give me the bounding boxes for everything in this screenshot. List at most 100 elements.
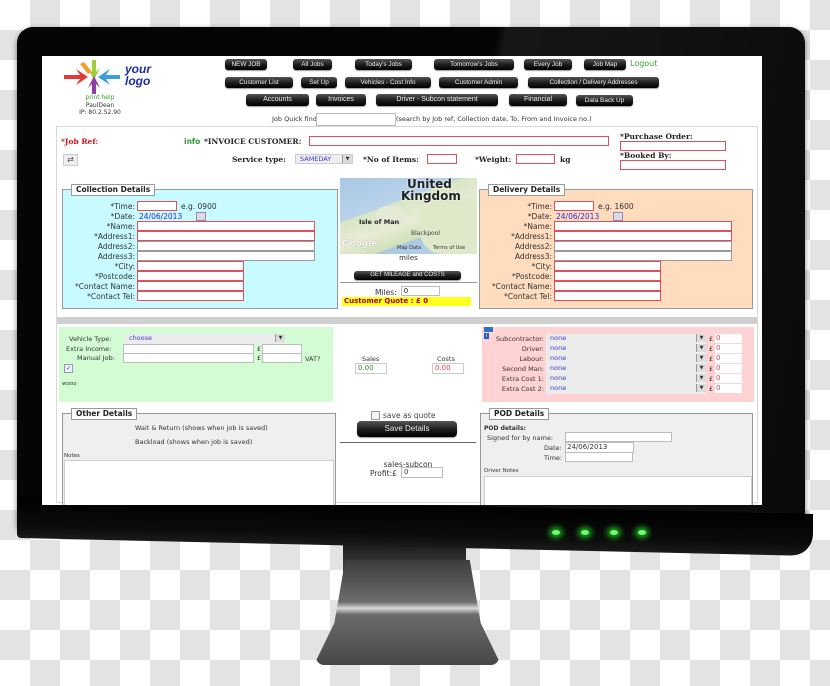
- save-as-quote-label: save as quote: [383, 411, 436, 420]
- nav-all-jobs[interactable]: All Jobs: [293, 59, 332, 70]
- delivery-details-panel: Delivery Details *Time: e.g. 1600 *Date:…: [479, 184, 753, 309]
- nav-accounts[interactable]: Accounts: [246, 94, 309, 106]
- calendar-icon[interactable]: [196, 212, 206, 221]
- col-name-input[interactable]: [137, 221, 315, 231]
- miles-label: Miles:: [375, 288, 397, 297]
- driver-notes-textarea[interactable]: [484, 476, 752, 505]
- vehicle-type-label: Vehicle Type:: [69, 335, 112, 343]
- service-type-label: Service type:: [232, 155, 286, 164]
- booked-by-input[interactable]: [620, 160, 726, 170]
- del-contact-tel-label: *Contact Tel:: [504, 292, 552, 301]
- power-led: [638, 530, 646, 535]
- col-time-input[interactable]: [137, 201, 177, 211]
- user-info: print help PaulDean IP: 80.2.52.90: [70, 94, 130, 117]
- nav-customer-list[interactable]: Customer List: [225, 77, 293, 88]
- nav-new-job[interactable]: NEW JOB: [225, 59, 267, 70]
- del-date-value[interactable]: 24/06/2013: [556, 212, 599, 221]
- other-details-title: Other Details: [71, 408, 138, 420]
- cost-row-amount[interactable]: 0: [715, 334, 742, 343]
- cost-row-amount[interactable]: 0: [715, 364, 742, 373]
- pod-time-input[interactable]: [565, 452, 633, 462]
- nav-data-back-up[interactable]: Data Back Up: [576, 95, 633, 106]
- pd-badge-icon[interactable]: [484, 327, 493, 332]
- notes-textarea[interactable]: [64, 460, 334, 505]
- del-name-label: *Name:: [523, 222, 552, 231]
- col-contact-tel-input[interactable]: [137, 291, 244, 301]
- logout-link[interactable]: Logout: [630, 59, 657, 68]
- col-date-value[interactable]: 24/06/2013: [139, 212, 182, 221]
- cost-row-select[interactable]: none ▼: [546, 354, 706, 364]
- nav-customer-admin[interactable]: Customer Admin: [439, 77, 518, 88]
- del-city-input[interactable]: [554, 261, 661, 271]
- invoice-customer-input[interactable]: [309, 136, 609, 146]
- signed-for-input[interactable]: [565, 432, 672, 442]
- del-address2-input[interactable]: [554, 241, 732, 251]
- weight-input[interactable]: [516, 154, 555, 164]
- del-address1-input[interactable]: [554, 231, 732, 241]
- nav-vehicles-cost-info[interactable]: Vehicles - Cost Info: [345, 77, 431, 88]
- cost-row-value: none: [550, 364, 567, 372]
- vat-checkbox[interactable]: ✓: [64, 364, 73, 373]
- chevron-down-icon: ▼: [342, 155, 352, 163]
- del-address3-input[interactable]: [554, 251, 732, 261]
- job-form: *Job Ref: ⇄ info *INVOICE CUSTOMER: Serv…: [56, 126, 758, 505]
- col-contact-name-input[interactable]: [137, 281, 244, 291]
- purchase-order-input[interactable]: [620, 141, 726, 151]
- del-time-input[interactable]: [554, 201, 594, 211]
- cost-row-amount[interactable]: 0: [715, 374, 742, 383]
- divider: [340, 442, 476, 443]
- booked-by-label: *Booked By:: [620, 151, 672, 160]
- del-contact-tel-input[interactable]: [554, 291, 661, 301]
- app-header: your logo print help PaulDean IP: 80.2.5…: [42, 56, 762, 126]
- cost-row-select[interactable]: none ▼: [546, 374, 706, 384]
- cost-row-select[interactable]: none ▼: [546, 334, 706, 344]
- cost-row-select[interactable]: none ▼: [546, 344, 706, 354]
- nav-set-up[interactable]: Set Up: [301, 77, 337, 88]
- vehicle-panel: Vehicle Type: choose ▼ Extra Income: £ M…: [59, 327, 333, 402]
- del-postcode-input[interactable]: [554, 271, 661, 281]
- save-details-button[interactable]: Save Details: [357, 421, 457, 437]
- col-address3-input[interactable]: [137, 251, 315, 261]
- nav-todays-jobs[interactable]: Today's Jobs: [355, 59, 412, 70]
- col-postcode-input[interactable]: [137, 271, 244, 281]
- items-input[interactable]: [427, 154, 457, 164]
- nav-financial[interactable]: Financial: [509, 94, 567, 106]
- print-help-link[interactable]: print help: [70, 94, 130, 102]
- del-date-label: *Date:: [527, 212, 552, 221]
- vehicle-type-select[interactable]: choose ▼: [125, 334, 285, 344]
- col-city-input[interactable]: [137, 261, 244, 271]
- manual-job-amount-input[interactable]: [262, 353, 302, 363]
- refresh-icon[interactable]: ⇄: [63, 154, 78, 166]
- info-link[interactable]: info: [184, 137, 200, 146]
- service-type-select[interactable]: SAMEDAY ▼: [295, 154, 353, 164]
- del-name-input[interactable]: [554, 221, 732, 231]
- nav-driver-subcon-statement[interactable]: Driver - Subcon statement: [376, 94, 498, 106]
- get-mileage-button[interactable]: GET MILEAGE and COSTS: [354, 271, 461, 280]
- map-data-link[interactable]: Map Data: [397, 245, 421, 251]
- customer-quote: Customer Quote : £ 0: [342, 297, 471, 306]
- nav-invoices[interactable]: Invoices: [316, 94, 366, 106]
- del-contact-name-input[interactable]: [554, 281, 661, 291]
- calendar-icon[interactable]: [613, 212, 623, 221]
- route-map[interactable]: United Kingdom Isle of Man Blackpool Goo…: [340, 178, 477, 254]
- save-as-quote-checkbox[interactable]: [371, 411, 380, 420]
- col-address1-input[interactable]: [137, 231, 315, 241]
- quick-finder-input[interactable]: [316, 113, 396, 126]
- nav-collection-delivery-addresses[interactable]: Collection / Delivery Addresses: [528, 77, 659, 88]
- nav-tomorrows-jobs[interactable]: Tomorrow's Jobs: [434, 59, 514, 70]
- col-address2-input[interactable]: [137, 241, 315, 251]
- cost-row-select[interactable]: none ▼: [546, 364, 706, 374]
- miles-input[interactable]: [401, 286, 440, 296]
- nav-every-job[interactable]: Every Job: [524, 59, 572, 70]
- pod-time-label: Time:: [544, 454, 563, 462]
- col-date-label: *Date:: [110, 212, 135, 221]
- cost-row-amount[interactable]: 0: [715, 354, 742, 363]
- cost-row-amount[interactable]: 0: [715, 384, 742, 393]
- google-logo: Google: [342, 239, 378, 249]
- manual-job-input[interactable]: [123, 353, 254, 363]
- map-terms-link[interactable]: Terms of Use: [433, 245, 465, 251]
- cost-row-amount[interactable]: 0: [715, 344, 742, 353]
- wooo-text: wooo: [62, 381, 77, 387]
- cost-row-select[interactable]: none ▼: [546, 384, 706, 394]
- nav-job-map[interactable]: Job Map: [584, 59, 626, 70]
